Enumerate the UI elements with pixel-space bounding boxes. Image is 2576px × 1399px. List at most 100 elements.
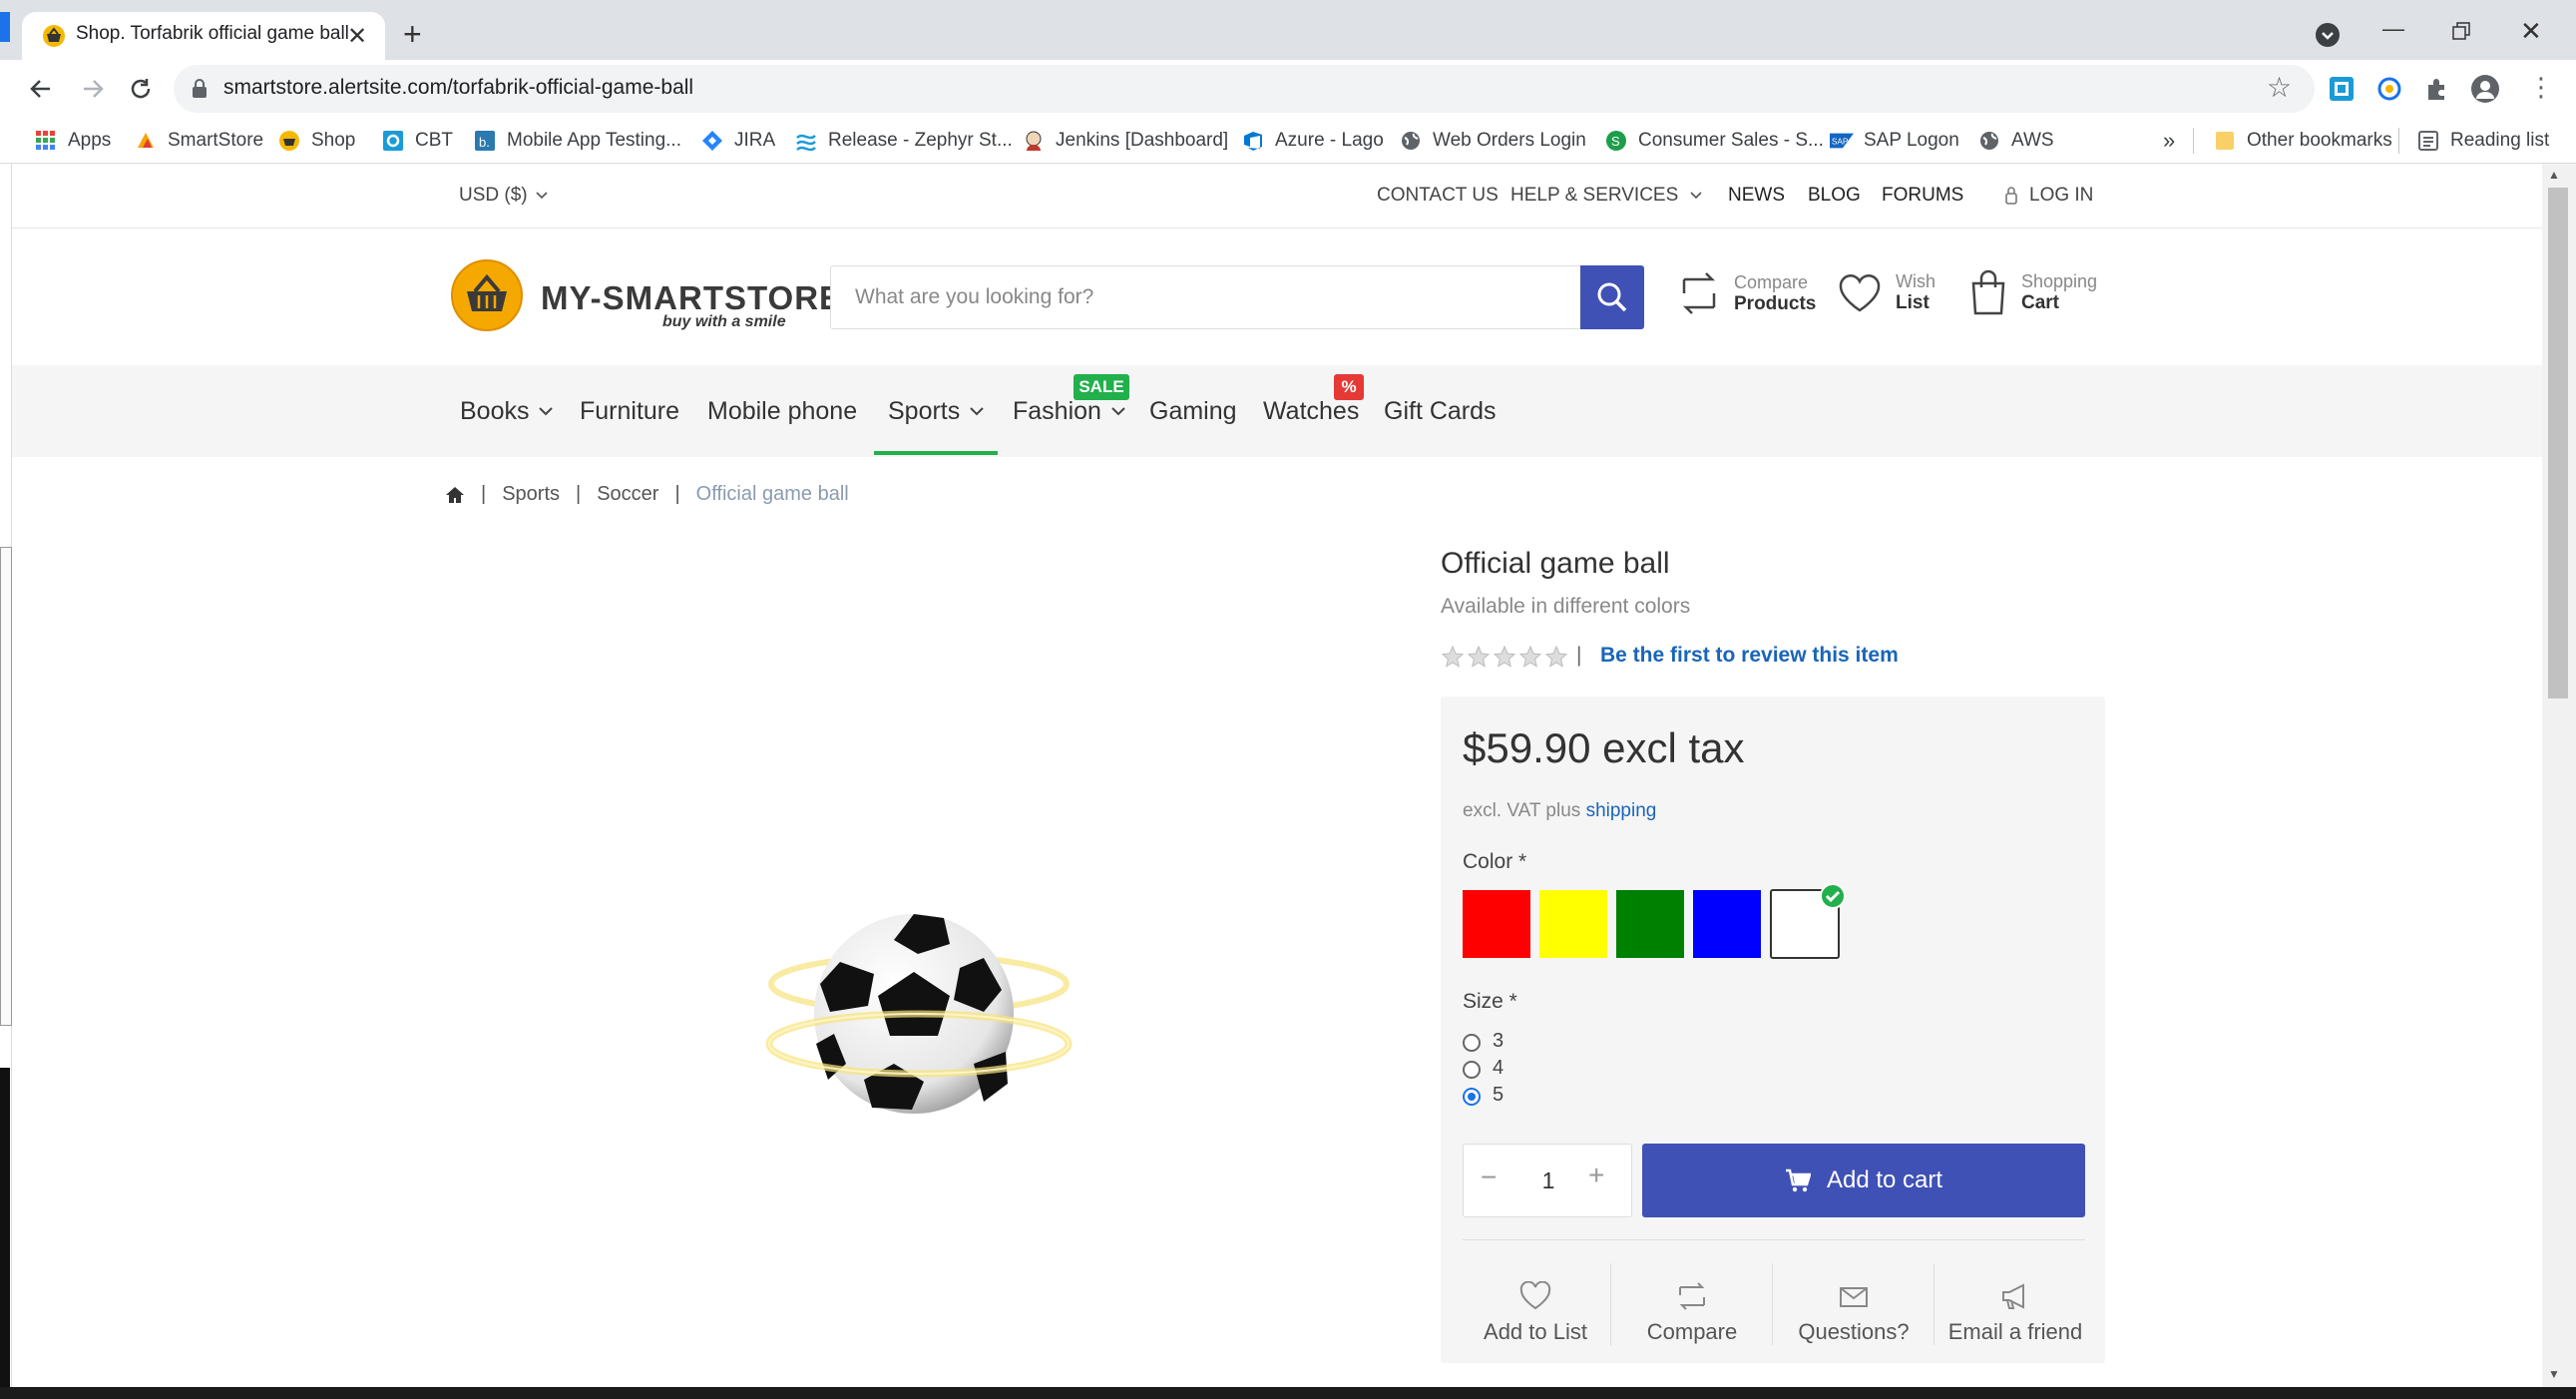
scroll-up-arrow-icon[interactable]: ▲ — [2548, 168, 2560, 182]
azure-devops-favicon-icon — [1241, 129, 1265, 153]
reading-list-icon — [2416, 129, 2440, 153]
size-radio-4[interactable] — [1463, 1061, 1481, 1079]
shipping-link[interactable]: shipping — [1586, 800, 1657, 821]
bookmark-label: AWS — [2011, 130, 2054, 151]
search-icon — [1597, 282, 1627, 312]
breadcrumb-current: Official game ball — [695, 483, 849, 505]
questions-action[interactable]: Questions? — [1774, 1263, 1933, 1345]
action-divider — [1610, 1263, 1611, 1345]
extensions-puzzle-icon[interactable] — [2424, 76, 2450, 102]
quantity-increase-button[interactable]: + — [1588, 1162, 1604, 1189]
bookmark-shop[interactable]: Shop — [277, 118, 355, 164]
browser-tab[interactable]: Shop. Torfabrik official game ball ✕ — [22, 12, 385, 60]
size-option-label: 4 — [1493, 1057, 1504, 1079]
product-title: Official game ball — [1441, 547, 1670, 580]
restore-icon[interactable] — [2452, 22, 2470, 40]
add-to-cart-button[interactable]: Add to cart — [1642, 1144, 2085, 1217]
shopping-cart-link[interactable]: Shopping Cart — [1969, 269, 2097, 315]
currency-selector[interactable]: USD ($) — [459, 185, 548, 207]
back-icon[interactable] — [28, 76, 54, 102]
smartstore-favicon-icon — [134, 129, 158, 153]
left-panel-handle[interactable] — [0, 547, 12, 1026]
site-logo[interactable] — [451, 259, 523, 331]
nav-item-gaming[interactable]: Gaming — [1149, 397, 1237, 426]
bookmark-apps[interactable]: Apps — [34, 118, 111, 164]
bookmark-release-zephyr[interactable]: Release - Zephyr St... — [794, 118, 1013, 164]
window-close-icon[interactable]: ✕ — [2520, 16, 2542, 47]
reading-list-button[interactable]: Reading list — [2416, 118, 2549, 164]
add-to-list-action[interactable]: Add to List — [1463, 1263, 1608, 1345]
compare-products-link[interactable]: Compare Products — [1678, 271, 1816, 315]
color-swatch-red[interactable] — [1463, 890, 1530, 958]
megaphone-icon — [2002, 1283, 2024, 1309]
extension-2-icon[interactable] — [2376, 76, 2402, 102]
search-placeholder: What are you looking for? — [855, 285, 1094, 308]
forward-icon[interactable] — [80, 76, 106, 102]
nav-item-watches[interactable]: Watches — [1263, 397, 1359, 426]
size-label: Size * — [1463, 990, 1517, 1013]
extension-1-icon[interactable] — [2329, 76, 2355, 102]
profile-avatar-icon[interactable] — [2470, 74, 2500, 104]
bookmark-azure-lago[interactable]: Azure - Lago — [1241, 118, 1384, 164]
action-divider — [1933, 1263, 1934, 1345]
size-radio-5[interactable] — [1463, 1088, 1481, 1106]
nav-item-books[interactable]: Books — [460, 397, 554, 426]
blog-link[interactable]: BLOG — [1808, 185, 1861, 207]
lock-icon[interactable] — [192, 79, 208, 99]
product-image[interactable] — [754, 904, 1083, 1126]
bookmark-consumer-sales[interactable]: S Consumer Sales - S... — [1604, 118, 1824, 164]
new-tab-icon[interactable]: + — [403, 18, 422, 50]
search-input[interactable]: What are you looking for? — [830, 265, 1580, 329]
quantity-input[interactable]: 1 — [1530, 1148, 1566, 1213]
contact-us-link[interactable]: CONTACT US — [1377, 185, 1499, 207]
minimize-icon[interactable]: — — [2382, 16, 2404, 42]
color-swatch-blue[interactable] — [1693, 890, 1761, 958]
forums-link[interactable]: FORUMS — [1882, 185, 1963, 207]
color-swatch-green[interactable] — [1616, 890, 1684, 958]
login-link[interactable]: LOG IN — [2003, 185, 2093, 207]
nav-item-mobile-phone[interactable]: Mobile phone — [707, 397, 857, 426]
nav-item-fashion[interactable]: Fashion — [1013, 397, 1125, 426]
nav-item-furniture[interactable]: Furniture — [580, 397, 679, 426]
star-empty-icon — [1467, 645, 1491, 668]
bookmark-other-bookmarks[interactable]: Other bookmarks — [2213, 118, 2392, 164]
search-button[interactable] — [1580, 265, 1644, 329]
help-services-menu[interactable]: HELP & SERVICES — [1510, 185, 1702, 207]
bookmark-sap-logon[interactable]: SAP SAP Logon — [1830, 118, 1959, 164]
bookmark-cbt[interactable]: CBT — [381, 118, 453, 164]
bookmark-mobile-app-testing[interactable]: b. Mobile App Testing... — [473, 118, 681, 164]
star-empty-icon — [1493, 645, 1516, 668]
logo-tagline: buy with a smile — [662, 313, 786, 330]
wishlist-link[interactable]: Wish List — [1838, 271, 1935, 314]
bookmark-jira[interactable]: JIRA — [700, 118, 775, 164]
basket-logo-icon — [451, 259, 523, 331]
news-link[interactable]: NEWS — [1728, 185, 1785, 207]
breadcrumb-soccer[interactable]: Soccer — [597, 483, 658, 506]
compare-top-label: Compare — [1734, 271, 1809, 292]
nav-item-sports[interactable]: Sports — [888, 397, 984, 426]
tab-search-icon[interactable] — [2315, 22, 2341, 48]
home-icon[interactable] — [445, 486, 465, 504]
reload-icon[interactable] — [128, 76, 154, 102]
scroll-down-arrow-icon[interactable]: ▼ — [2548, 1367, 2560, 1381]
bookmarks-overflow-button[interactable]: » — [2163, 118, 2175, 164]
email-friend-action[interactable]: Email a friend — [1935, 1263, 2095, 1345]
bookmark-smartstore[interactable]: SmartStore — [134, 118, 263, 164]
color-swatch-yellow[interactable] — [1539, 890, 1607, 958]
quantity-decrease-button[interactable]: − — [1481, 1164, 1497, 1191]
size-radio-3[interactable] — [1463, 1034, 1481, 1052]
bookmark-star-icon[interactable]: ☆ — [2267, 74, 2292, 102]
action-label: Compare — [1646, 1319, 1738, 1344]
breadcrumb-sports[interactable]: Sports — [502, 483, 560, 506]
nav-item-gift-cards[interactable]: Gift Cards — [1384, 397, 1497, 426]
bookmark-aws[interactable]: AWS — [1977, 118, 2054, 164]
page-scrollbar-thumb[interactable] — [2548, 188, 2568, 699]
bookmark-web-orders-login[interactable]: Web Orders Login — [1399, 118, 1586, 164]
heart-icon — [1519, 1281, 1551, 1310]
action-divider — [1772, 1263, 1773, 1345]
tab-close-icon[interactable]: ✕ — [347, 22, 367, 51]
bookmark-jenkins[interactable]: Jenkins [Dashboard] — [1022, 118, 1228, 164]
browser-menu-icon[interactable]: ⋮ — [2528, 74, 2554, 100]
compare-action[interactable]: Compare — [1612, 1263, 1772, 1345]
review-link[interactable]: Be the first to review this item — [1600, 644, 1899, 668]
